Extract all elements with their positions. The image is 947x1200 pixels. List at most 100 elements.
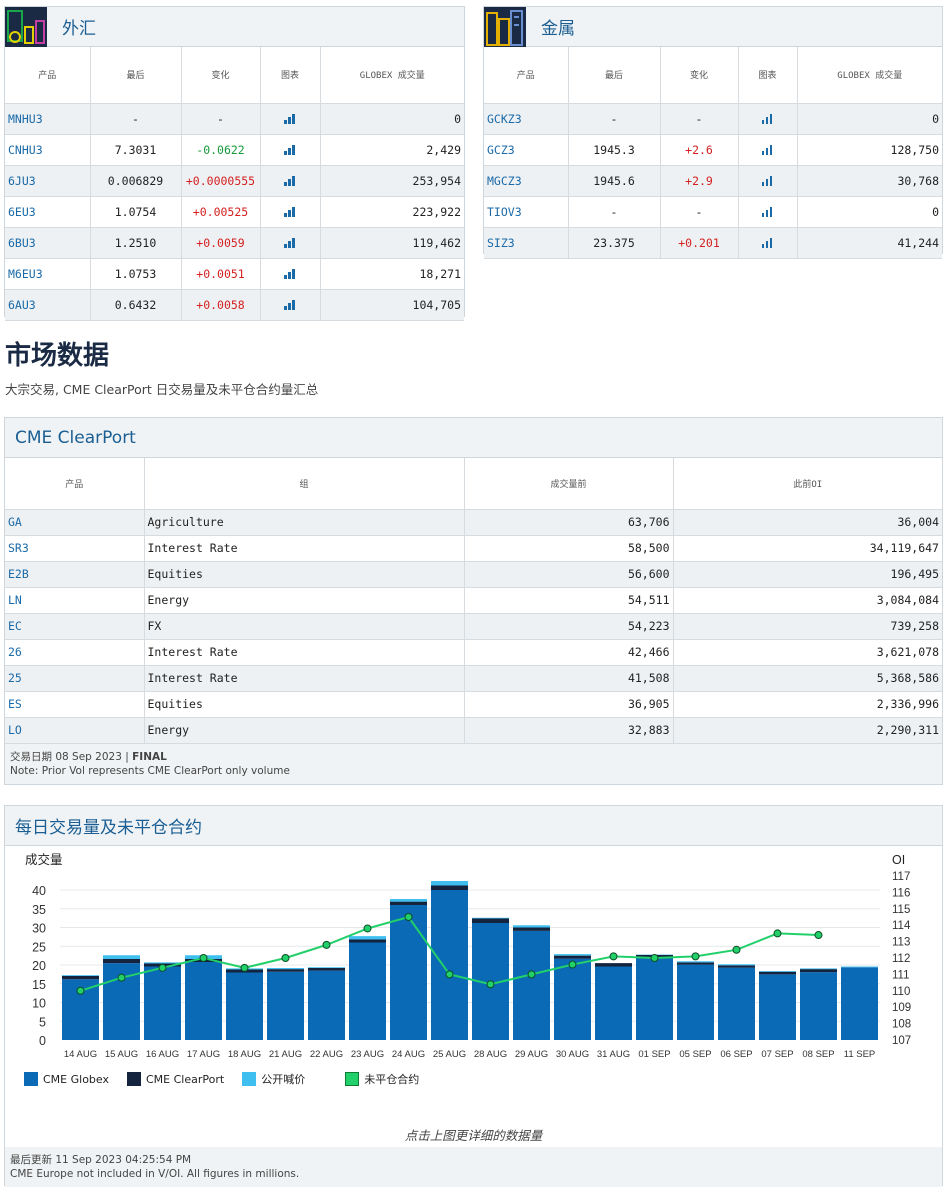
- table-row[interactable]: CNHU3 7.3031 -0.0622 2,429: [5, 134, 464, 166]
- market-data-subtitle: 大宗交易, CME ClearPort 日交易量及未平仓合约量汇总: [5, 382, 319, 397]
- table-row[interactable]: M6EU3 1.0753 +0.0051 18,271: [5, 258, 464, 290]
- product-link[interactable]: 6BU3: [5, 227, 91, 259]
- globex-volume: 2,429: [320, 134, 464, 166]
- product-group: Equities: [144, 561, 465, 588]
- table-row[interactable]: ES Equities 36,905 2,336,996: [5, 691, 942, 718]
- product-link[interactable]: LN: [5, 587, 145, 614]
- chart-link[interactable]: [738, 227, 798, 259]
- product-link[interactable]: GCZ3: [484, 134, 569, 166]
- prior-oi: 36,004: [673, 509, 942, 536]
- chart-link[interactable]: [260, 165, 321, 197]
- bar-chart-icon[interactable]: [284, 176, 296, 186]
- table-row[interactable]: 6AU3 0.6432 +0.0058 104,705: [5, 289, 464, 321]
- product-link[interactable]: 6JU3: [5, 165, 91, 197]
- last-price: -: [568, 196, 661, 228]
- prior-volume: 58,500: [464, 535, 674, 562]
- chart-link[interactable]: [260, 258, 321, 290]
- chart-legend: CME Globex CME ClearPort 公开喊价 未平仓合约: [24, 1071, 437, 1087]
- chart-link[interactable]: [738, 196, 798, 228]
- legend-globex[interactable]: CME Globex: [24, 1072, 109, 1086]
- product-link[interactable]: MNHU3: [5, 103, 91, 135]
- prior-oi: 2,290,311: [673, 717, 942, 744]
- table-row[interactable]: LN Energy 54,511 3,084,084: [5, 587, 942, 614]
- globex-volume: 0: [320, 103, 464, 135]
- product-link[interactable]: EC: [5, 613, 145, 640]
- table-row[interactable]: 25 Interest Rate 41,508 5,368,586: [5, 665, 942, 692]
- chart-link[interactable]: [260, 134, 321, 166]
- product-group: Interest Rate: [144, 639, 465, 666]
- bar-chart-icon[interactable]: [284, 269, 296, 279]
- table-row[interactable]: GA Agriculture 63,706 36,004: [5, 509, 942, 536]
- prior-oi: 3,621,078: [673, 639, 942, 666]
- product-link[interactable]: 6AU3: [5, 289, 91, 321]
- product-link[interactable]: TIOV3: [484, 196, 569, 228]
- bar-chart-icon[interactable]: [761, 145, 774, 155]
- last-price: -: [568, 103, 661, 135]
- bar-chart-icon[interactable]: [761, 238, 774, 248]
- product-group: Interest Rate: [144, 535, 465, 562]
- fx-col-change: 变化: [181, 47, 261, 104]
- product-link[interactable]: 26: [5, 639, 145, 666]
- table-row[interactable]: GCKZ3- -0: [484, 103, 942, 135]
- table-row[interactable]: TIOV3- -0: [484, 196, 942, 228]
- chart-link[interactable]: [260, 227, 321, 259]
- chart-link[interactable]: [260, 289, 321, 321]
- product-link[interactable]: MGCZ3: [484, 165, 569, 197]
- table-row[interactable]: MGCZ3 1945.6 +2.9 30,768: [484, 165, 942, 197]
- product-link[interactable]: SR3: [5, 535, 145, 562]
- bar-chart-icon[interactable]: [761, 176, 774, 186]
- chart-link[interactable]: [738, 134, 798, 166]
- table-row[interactable]: SR3 Interest Rate 58,500 34,119,647: [5, 535, 942, 562]
- product-link[interactable]: LO: [5, 717, 145, 744]
- chart-link[interactable]: [260, 103, 321, 135]
- globex-volume: 128,750: [797, 134, 942, 166]
- prior-volume: 63,706: [464, 509, 674, 536]
- legend-clearport[interactable]: CME ClearPort: [127, 1072, 224, 1086]
- prior-oi: 739,258: [673, 613, 942, 640]
- bar-chart-icon[interactable]: [284, 207, 296, 217]
- price-change: -: [660, 196, 739, 228]
- last-price: 1.0754: [90, 196, 182, 228]
- chart-link[interactable]: [738, 165, 798, 197]
- product-link[interactable]: E2B: [5, 561, 145, 588]
- cp-col-prior-oi: 此前OI: [673, 458, 942, 510]
- chart-link[interactable]: [738, 103, 798, 135]
- table-row[interactable]: SIZ3 23.375 +0.201 41,244: [484, 227, 942, 259]
- table-row[interactable]: GCZ3 1945.3 +2.6 128,750: [484, 134, 942, 166]
- prior-volume: 42,466: [464, 639, 674, 666]
- product-link[interactable]: GA: [5, 509, 145, 536]
- product-link[interactable]: ES: [5, 691, 145, 718]
- table-row[interactable]: 6BU3 1.2510 +0.0059 119,462: [5, 227, 464, 259]
- table-row[interactable]: LO Energy 32,883 2,290,311: [5, 717, 942, 744]
- product-group: Equities: [144, 691, 465, 718]
- product-link[interactable]: 25: [5, 665, 145, 692]
- product-link[interactable]: M6EU3: [5, 258, 91, 290]
- bar-chart-icon[interactable]: [761, 207, 774, 217]
- product-link[interactable]: GCKZ3: [484, 103, 569, 135]
- product-link[interactable]: 6EU3: [5, 196, 91, 228]
- legend-open-interest[interactable]: 未平仓合约: [345, 1071, 419, 1087]
- prior-volume: 36,905: [464, 691, 674, 718]
- bar-chart-icon[interactable]: [284, 238, 296, 248]
- legend-open-outcry[interactable]: 公开喊价: [242, 1071, 305, 1087]
- chart-link[interactable]: [260, 196, 321, 228]
- table-row[interactable]: 6EU3 1.0754 +0.00525 223,922: [5, 196, 464, 228]
- product-group: FX: [144, 613, 465, 640]
- product-link[interactable]: SIZ3: [484, 227, 569, 259]
- price-change: +2.9: [660, 165, 739, 197]
- bar-chart-icon[interactable]: [284, 114, 296, 124]
- bar-chart-icon[interactable]: [284, 145, 296, 155]
- table-row[interactable]: EC FX 54,223 739,258: [5, 613, 942, 640]
- globex-volume: 223,922: [320, 196, 464, 228]
- table-row[interactable]: MNHU3- -0: [5, 103, 464, 135]
- bar-chart-icon[interactable]: [761, 114, 774, 124]
- bar-chart-icon[interactable]: [284, 300, 296, 310]
- last-price: 1945.6: [568, 165, 661, 197]
- table-row[interactable]: E2B Equities 56,600 196,495: [5, 561, 942, 588]
- product-link[interactable]: CNHU3: [5, 134, 91, 166]
- table-row[interactable]: 6JU3 0.006829 +0.0000555 253,954: [5, 165, 464, 197]
- fx-title: 外汇: [62, 19, 96, 39]
- table-row[interactable]: 26 Interest Rate 42,466 3,621,078: [5, 639, 942, 666]
- chart-hint[interactable]: 点击上图更详细的数据量: [0, 1125, 947, 1144]
- last-price: 23.375: [568, 227, 661, 259]
